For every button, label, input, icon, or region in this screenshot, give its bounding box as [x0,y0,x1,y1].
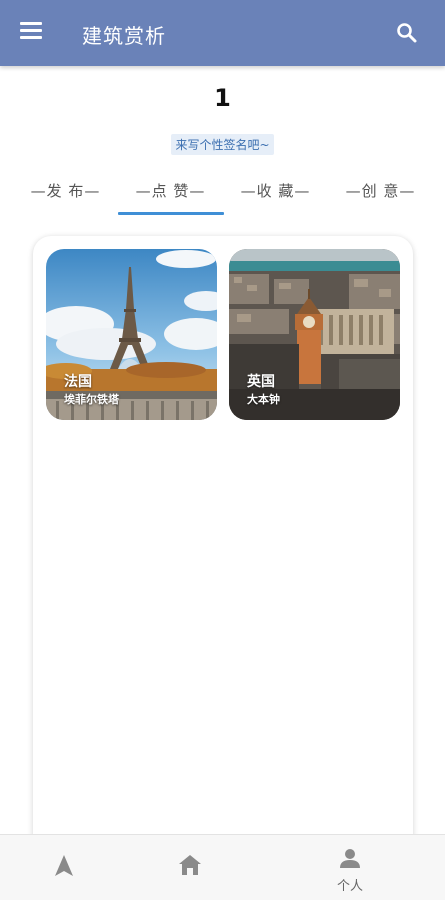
signature-prompt[interactable]: 来写个性签名吧~ [171,134,274,155]
tab-favorites[interactable]: —收 藏— [220,176,331,216]
post-card-big-ben[interactable]: 英国 大本钟 [229,249,400,420]
post-card-eiffel-tower[interactable]: 法国 埃菲尔铁塔 [46,249,217,420]
search-icon[interactable] [395,21,419,45]
card-landmark-name: 大本钟 [247,393,280,406]
navigation-arrow-icon [55,855,73,876]
active-tab-indicator [118,212,224,215]
profile-tabs: —发 布— —点 赞— —收 藏— —创 意— [0,176,445,216]
nav-profile-label: 个人 [336,879,363,894]
nav-discover[interactable] [24,835,104,901]
tab-publish[interactable]: —发 布— [10,176,121,216]
nav-home[interactable] [150,835,230,901]
tab-creative[interactable]: —创 意— [325,176,436,216]
nav-profile[interactable]: 个人 [310,835,390,901]
likes-count: 1 [214,84,231,112]
liked-posts-panel: 法国 埃菲尔铁塔 英国 大本钟 [33,236,413,876]
card-country: 法国 [64,374,92,390]
tab-likes[interactable]: —点 赞— [115,176,226,216]
app-bar: 建筑赏析 [0,0,445,66]
home-icon [179,855,201,875]
person-icon [340,849,360,868]
bottom-navigation: 个人 [0,834,445,900]
card-country: 英国 [247,374,275,390]
app-title: 建筑赏析 [82,24,166,48]
card-landmark-name: 埃菲尔铁塔 [64,393,119,406]
hamburger-menu-icon[interactable] [20,22,44,42]
